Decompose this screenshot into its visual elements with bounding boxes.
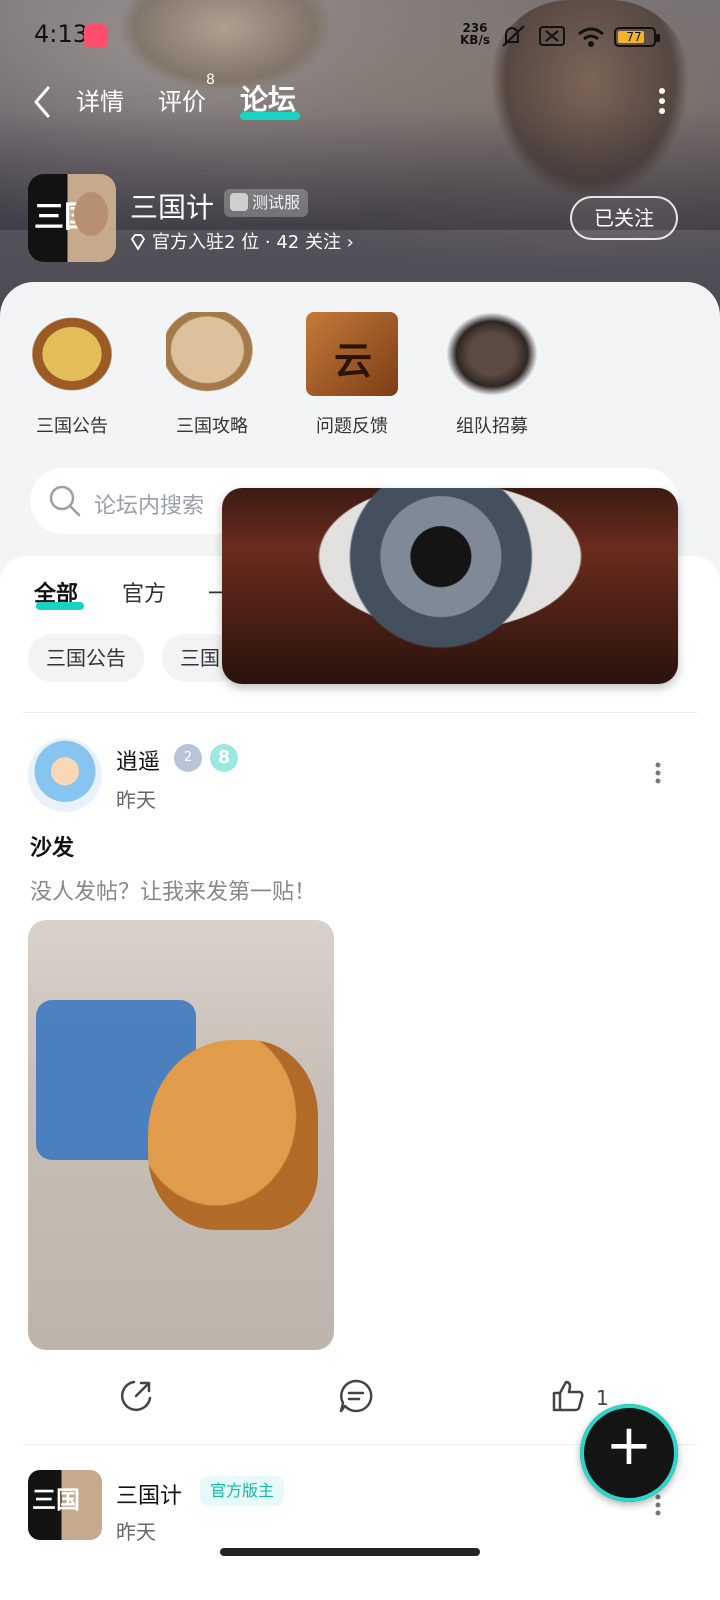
active-tab-indicator bbox=[240, 112, 300, 120]
post-username[interactable]: 三国计 bbox=[116, 1478, 182, 1510]
like-icon[interactable] bbox=[550, 1378, 586, 1414]
avatar[interactable] bbox=[28, 738, 102, 812]
moderator-badge: 官方版主 bbox=[200, 1476, 285, 1506]
tab-reviews[interactable]: 评价 bbox=[158, 82, 206, 117]
battery-indicator: 77 bbox=[614, 27, 660, 47]
quick-link-team[interactable]: 组队招募 bbox=[442, 312, 542, 438]
follow-button[interactable]: 已关注 bbox=[570, 196, 678, 240]
comment-icon[interactable] bbox=[338, 1378, 374, 1414]
like-count: 1 bbox=[596, 1386, 609, 1410]
mute-icon bbox=[502, 25, 525, 47]
divider bbox=[22, 712, 698, 713]
back-arrow-icon[interactable] bbox=[30, 84, 54, 120]
search-icon bbox=[49, 485, 81, 517]
game-title: 三国计 bbox=[130, 191, 215, 224]
tab-details[interactable]: 详情 bbox=[76, 82, 124, 117]
test-server-label: 测试服 bbox=[252, 193, 301, 212]
status-time: 4:13 bbox=[34, 20, 88, 48]
post-title[interactable]: 沙发 bbox=[30, 830, 74, 862]
more-options-icon[interactable] bbox=[656, 86, 668, 116]
code-icon bbox=[230, 193, 248, 211]
top-nav: 详情 评价 8 论坛 bbox=[0, 72, 720, 132]
post-username[interactable]: 逍遥 bbox=[116, 744, 160, 776]
post-time: 昨天 bbox=[116, 1520, 156, 1544]
avatar-calligraphy: 三国 bbox=[32, 1485, 80, 1514]
network-speed-unit: KB/s bbox=[460, 33, 490, 47]
quick-link-label: 三国公告 bbox=[36, 416, 108, 437]
level-badge-secondary: 8 bbox=[210, 744, 238, 772]
quick-link-label: 问题反馈 bbox=[316, 416, 388, 437]
feedback-glyph: 云 bbox=[334, 338, 373, 383]
diamond-icon bbox=[130, 234, 146, 250]
team-icon bbox=[446, 312, 538, 396]
map-icon bbox=[166, 312, 258, 396]
avatar[interactable]: 三国 bbox=[28, 1470, 102, 1540]
notification-app-icon bbox=[84, 24, 108, 48]
post-time: 昨天 bbox=[116, 788, 156, 812]
status-bar: 4:13 236 KB/s 77 bbox=[0, 0, 720, 72]
network-speed: 236 KB/s bbox=[460, 22, 490, 46]
search-placeholder: 论坛内搜索 bbox=[94, 494, 205, 519]
level-badge: 2 bbox=[174, 744, 202, 772]
filter-tab-official[interactable]: 官方 bbox=[122, 576, 166, 608]
post-image[interactable] bbox=[28, 920, 334, 1350]
battery-tip bbox=[656, 34, 660, 42]
no-sim-icon bbox=[539, 26, 565, 46]
share-icon[interactable] bbox=[118, 1378, 154, 1414]
quick-link-guides[interactable]: 三国攻略 bbox=[162, 312, 262, 438]
post-body[interactable]: 没人发帖？让我来发第一贴！ bbox=[30, 874, 316, 906]
quick-link-label: 三国攻略 bbox=[176, 416, 248, 437]
post-image-cat bbox=[148, 1040, 318, 1230]
create-post-button[interactable]: + bbox=[580, 1404, 678, 1502]
scroll-icon bbox=[26, 312, 118, 396]
game-meta-text: 官方入驻2 位 · 42 关注 › bbox=[152, 232, 354, 253]
chip-announcements[interactable]: 三国公告 bbox=[28, 634, 144, 682]
plus-icon: + bbox=[605, 1413, 653, 1478]
battery-level: 77 bbox=[626, 30, 642, 44]
quick-link-label: 组队招募 bbox=[456, 416, 528, 437]
feedback-icon: 云 bbox=[306, 312, 398, 396]
quick-link-announcements[interactable]: 三国公告 bbox=[22, 312, 122, 438]
post-more-icon[interactable] bbox=[650, 762, 666, 784]
post-more-icon[interactable] bbox=[650, 1494, 666, 1516]
home-indicator[interactable] bbox=[220, 1548, 480, 1556]
test-server-badge: 测试服 bbox=[224, 189, 309, 217]
game-icon[interactable]: 三国 bbox=[28, 174, 116, 262]
review-count-badge: 8 bbox=[206, 72, 215, 88]
game-icon-portrait bbox=[74, 192, 108, 236]
game-meta[interactable]: 官方入驻2 位 · 42 关注 › bbox=[130, 228, 354, 254]
wifi-icon bbox=[578, 27, 604, 47]
quick-link-feedback[interactable]: 云 问题反馈 bbox=[302, 312, 402, 438]
filter-active-indicator bbox=[36, 602, 84, 610]
floating-video-player[interactable] bbox=[222, 488, 678, 684]
